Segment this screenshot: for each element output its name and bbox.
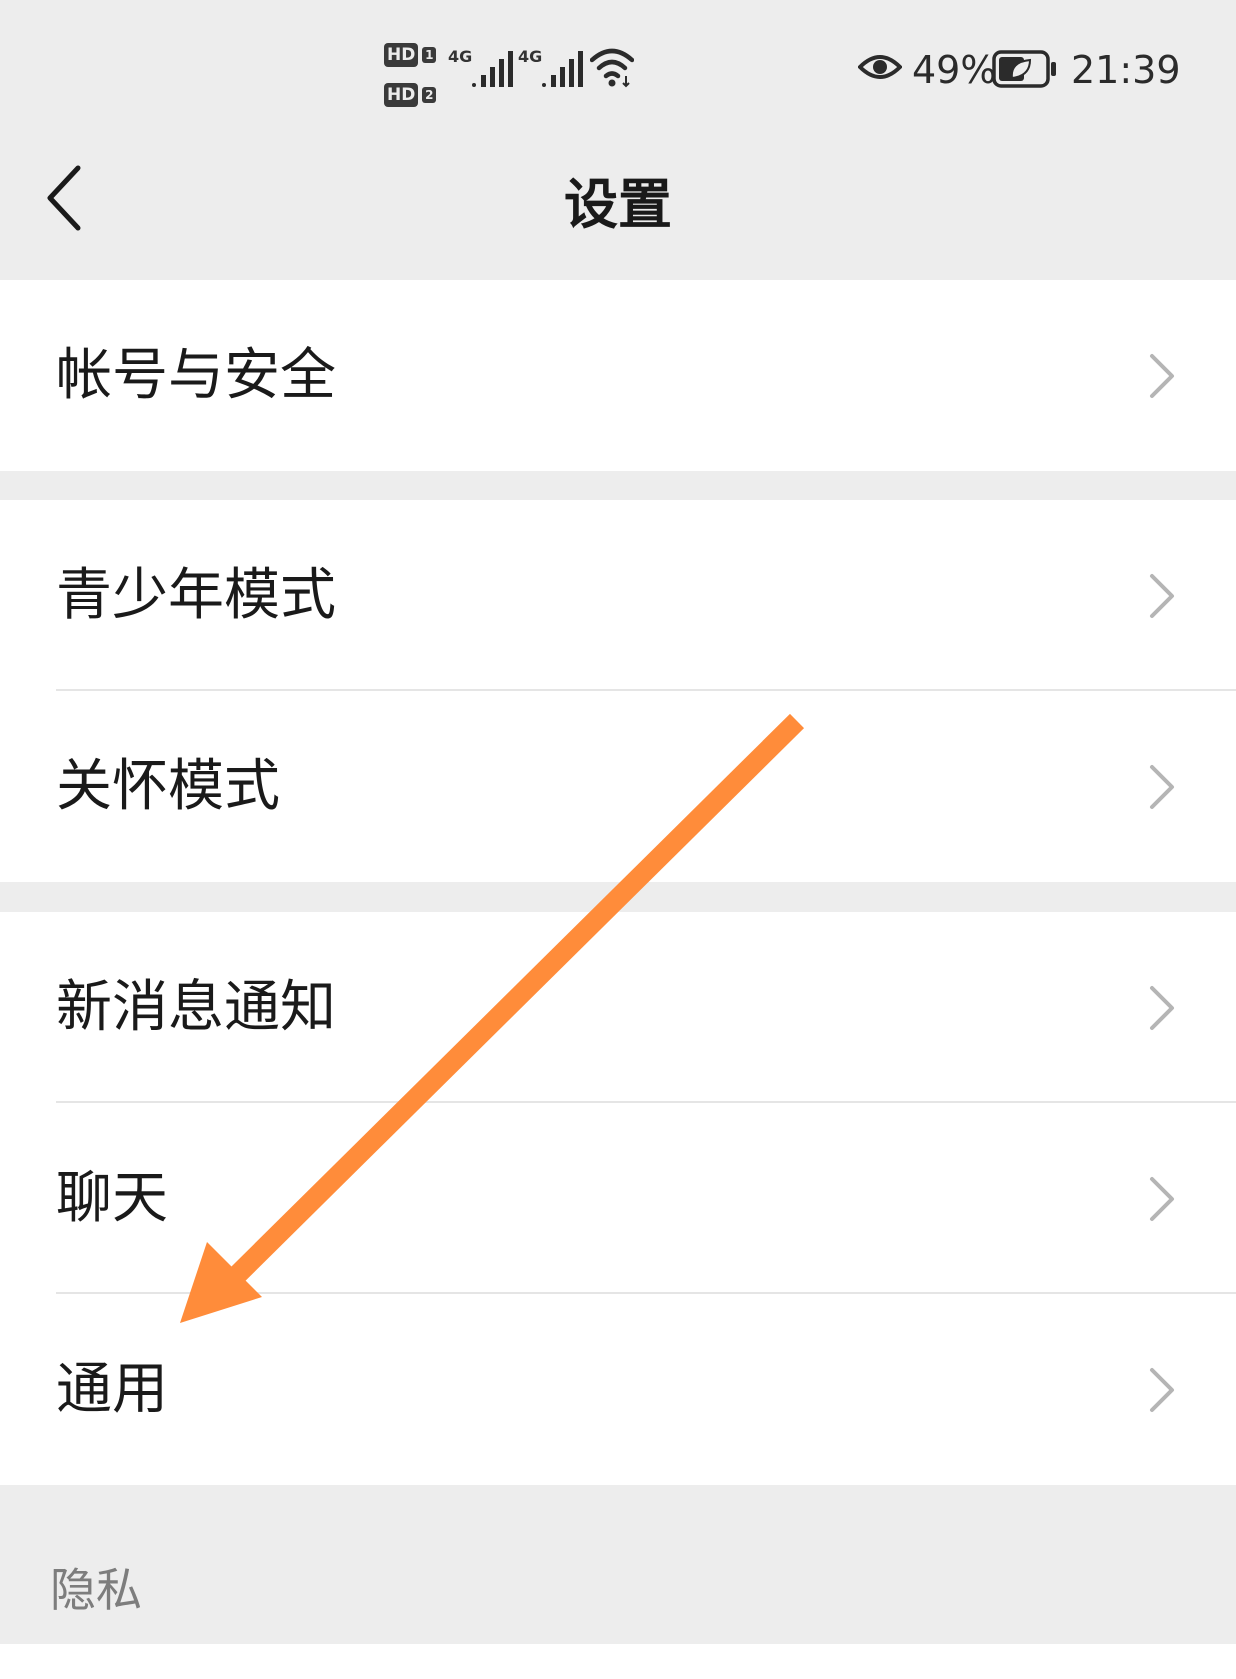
network-type-label: 4G <box>518 47 543 66</box>
list-item-label: 青少年模式 <box>56 563 336 628</box>
hd-icon: HD <box>384 43 419 67</box>
battery-icon <box>992 50 1056 88</box>
signal-icon <box>472 51 513 87</box>
sim1-index: 1 <box>422 47 437 63</box>
list-item-new-message-notifications[interactable]: 新消息通知 <box>0 912 1236 1103</box>
settings-group-general: 新消息通知 聊天 通用 <box>0 912 1236 1485</box>
list-item-general[interactable]: 通用 <box>0 1294 1236 1485</box>
page-title: 设置 <box>564 173 672 236</box>
list-item-account-security[interactable]: 帐号与安全 <box>0 280 1236 471</box>
settings-group-modes: 青少年模式 关怀模式 <box>0 500 1236 882</box>
list-item-teen-mode[interactable]: 青少年模式 <box>0 500 1236 691</box>
clock: 21:39 <box>1071 48 1181 92</box>
chevron-right-icon <box>1150 354 1174 398</box>
chevron-right-icon <box>1150 765 1174 809</box>
list-item-care-mode[interactable]: 关怀模式 <box>0 691 1236 882</box>
chevron-right-icon <box>1150 574 1174 618</box>
privacy-group-top <box>0 1644 1236 1679</box>
list-item-label: 关怀模式 <box>56 754 280 819</box>
sim2-index: 2 <box>422 87 437 103</box>
list-item-chat[interactable]: 聊天 <box>0 1103 1236 1294</box>
chevron-right-icon <box>1150 1368 1174 1412</box>
wifi-icon <box>590 48 634 88</box>
status-bar: HD 1 HD 2 4G 4G 49% 21:39 <box>0 0 1236 130</box>
list-item-label: 新消息通知 <box>56 975 336 1040</box>
hd-voice-indicators: HD 1 HD 2 <box>384 38 437 118</box>
network-type-label: 4G <box>448 47 473 66</box>
signal-icon <box>542 51 583 87</box>
hd-icon: HD <box>384 83 419 107</box>
settings-group-account: 帐号与安全 <box>0 280 1236 471</box>
list-item-label: 聊天 <box>56 1166 168 1231</box>
chevron-right-icon <box>1150 986 1174 1030</box>
list-item-label: 通用 <box>56 1357 168 1422</box>
eye-comfort-icon <box>858 55 902 79</box>
section-header-privacy: 隐私 <box>50 1563 142 1617</box>
navigation-bar: 设置 <box>0 130 1236 278</box>
chevron-right-icon <box>1150 1177 1174 1221</box>
list-item-label: 帐号与安全 <box>56 343 336 408</box>
battery-percent: 49% <box>912 48 997 92</box>
